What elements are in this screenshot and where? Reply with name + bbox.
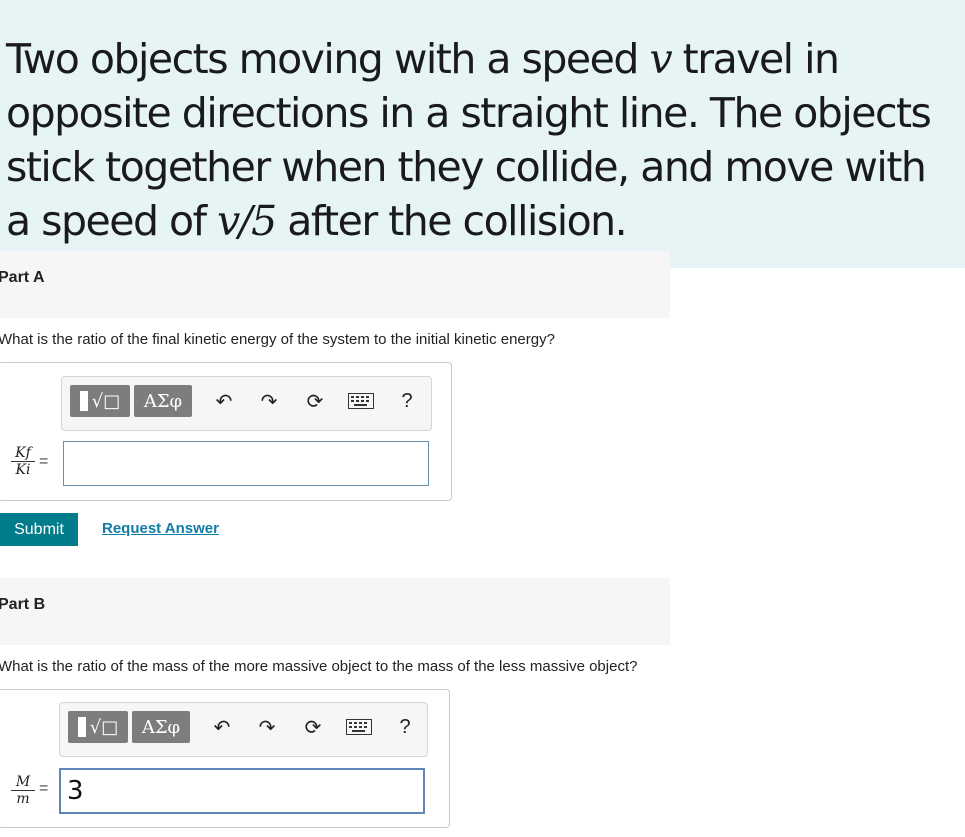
reset-icon[interactable]: ⟳ — [302, 387, 328, 415]
help-icon[interactable]: ? — [394, 387, 420, 415]
intro-var-v: v — [649, 35, 672, 83]
part-b-math-toolbar: √□ ΑΣφ ↶ ↷ ⟳ ? — [59, 702, 428, 757]
greek-symbols-icon[interactable]: ΑΣφ — [134, 385, 192, 417]
part-b-header: Part B — [0, 578, 670, 645]
keyboard-icon[interactable] — [346, 713, 372, 741]
part-b-question: What is the ratio of the mass of the mor… — [0, 658, 638, 675]
templates-icon[interactable]: √□ — [70, 385, 130, 417]
request-answer-link[interactable]: Request Answer — [102, 520, 219, 537]
greek-symbols-icon[interactable]: ΑΣφ — [132, 711, 190, 743]
part-a-math-toolbar: √□ ΑΣφ ↶ ↷ ⟳ ? — [61, 376, 432, 431]
part-b-answer-input[interactable]: 3 — [59, 768, 425, 814]
part-a-equals: = — [39, 453, 49, 470]
templates-icon[interactable]: √□ — [68, 711, 128, 743]
part-a-answer-box: √□ ΑΣφ ↶ ↷ ⟳ ? Kf Ki = — [0, 362, 452, 501]
part-a-lhs-denominator: Ki — [15, 462, 31, 478]
part-a-title: Part A — [0, 269, 45, 286]
undo-icon[interactable]: ↶ — [209, 713, 235, 741]
reset-icon[interactable]: ⟳ — [300, 713, 326, 741]
part-b-title: Part B — [0, 596, 46, 613]
intro-speed-fraction: v/5 — [217, 197, 277, 245]
part-b-lhs-numerator: M — [11, 774, 35, 791]
redo-icon[interactable]: ↷ — [256, 387, 282, 415]
problem-intro: Two objects moving with a speed v travel… — [0, 0, 965, 268]
intro-text-1: Two objects moving with a speed — [6, 35, 650, 83]
help-icon[interactable]: ? — [392, 713, 418, 741]
keyboard-icon[interactable] — [348, 387, 374, 415]
part-b-answer-box: √□ ΑΣφ ↶ ↷ ⟳ ? M m = 3 — [0, 689, 450, 828]
part-a-header: Part A — [0, 251, 670, 318]
part-a-lhs: Kf Ki — [11, 445, 35, 478]
part-b-lhs-denominator: m — [16, 791, 30, 807]
part-b-equals: = — [39, 780, 49, 797]
part-a-answer-input[interactable] — [63, 441, 429, 486]
part-a-lhs-numerator: Kf — [11, 445, 35, 462]
undo-icon[interactable]: ↶ — [211, 387, 237, 415]
problem-statement: Two objects moving with a speed v travel… — [6, 32, 956, 248]
part-b-lhs: M m — [11, 774, 35, 807]
part-a-question: What is the ratio of the final kinetic e… — [0, 331, 555, 348]
submit-button[interactable]: Submit — [0, 513, 78, 546]
redo-icon[interactable]: ↷ — [254, 713, 280, 741]
intro-text-3: after the collision. — [275, 197, 628, 245]
